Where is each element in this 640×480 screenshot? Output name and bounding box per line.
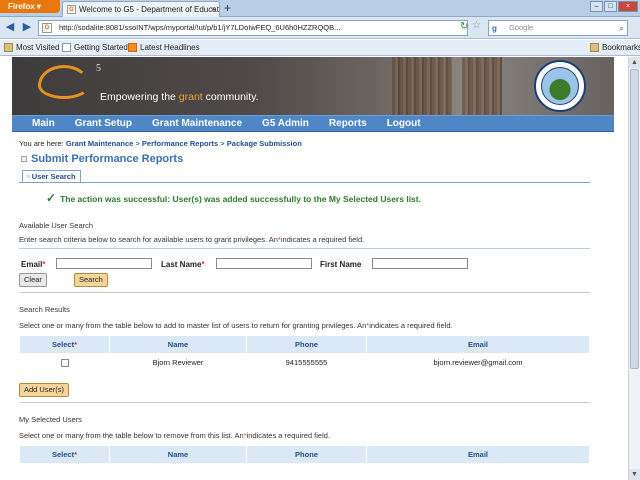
section-divider <box>19 248 590 249</box>
column-header-phone: Phone <box>246 335 367 354</box>
column-header-select: Select* <box>19 445 110 464</box>
main-menu: Main Grant Setup Grant Maintenance G5 Ad… <box>12 115 614 132</box>
phone-cell: 9415555555 <box>285 358 328 368</box>
breadcrumb: You are here: Grant Maintenance > Perfor… <box>19 139 302 148</box>
tab-user-search[interactable]: ▫ User Search <box>22 170 81 182</box>
search-results-table: Select* Name Phone Email Bjorn Reviewer … <box>19 335 590 372</box>
page-scrollbar[interactable]: ▲ ▼ <box>628 57 640 480</box>
g5-logo-number: 5 <box>96 63 101 74</box>
last-name-field[interactable] <box>216 258 312 269</box>
banner-tagline: Empowering the grant community. <box>100 91 259 103</box>
table-header-row: Select* Name Phone Email <box>19 445 590 464</box>
forward-arrow-icon[interactable]: ▶ <box>19 20 35 36</box>
first-name-field[interactable] <box>372 258 468 269</box>
scroll-down-icon[interactable]: ▼ <box>629 469 640 480</box>
column-header-name: Name <box>109 335 247 354</box>
browser-tabbar: Firefox ▾ G Welcome to G5 - Department of… <box>0 0 640 17</box>
search-results-heading: Search Results <box>19 305 70 314</box>
bookmark-most-visited[interactable]: Most Visited <box>4 40 59 55</box>
column-header-name: Name <box>109 445 247 464</box>
g5-banner: 5 Empowering the grant community. <box>12 57 614 115</box>
email-label: Email* <box>21 260 46 269</box>
success-message: ✓ The action was successful: User(s) was … <box>46 191 421 205</box>
menu-item-logout[interactable]: Logout <box>377 116 431 131</box>
page-content: 5 Empowering the grant community. Main G… <box>0 57 628 480</box>
window-controls: – □ × <box>590 1 638 12</box>
breadcrumb-performance-reports[interactable]: Performance Reports <box>142 139 218 148</box>
table-header-row: Select* Name Phone Email <box>19 335 590 354</box>
g5-logo-icon <box>38 65 90 99</box>
tab-icon: ▫ <box>27 172 30 181</box>
reload-icon[interactable]: ↻ <box>460 21 468 32</box>
checkmark-icon: ✓ <box>46 191 57 205</box>
banner-bookshelf <box>462 57 502 115</box>
back-arrow-icon[interactable]: ◀ <box>2 20 18 36</box>
add-users-button[interactable]: Add User(s) <box>19 383 70 397</box>
search-button[interactable]: Search <box>74 273 108 287</box>
breadcrumb-grant-maintenance[interactable]: Grant Maintenance <box>66 139 134 148</box>
select-cell <box>20 354 110 372</box>
menu-item-g5-admin[interactable]: G5 Admin <box>252 116 319 131</box>
folder-icon <box>4 43 13 53</box>
tab-close-icon[interactable]: × <box>211 2 216 17</box>
bookmarks-toolbar: Most Visited Getting Started Latest Head… <box>0 40 640 56</box>
bookmark-getting-started[interactable]: Getting Started <box>62 40 128 55</box>
selected-instructions: Select one or many from the table below … <box>19 431 330 440</box>
web-search-input[interactable]: g Google ⌕ <box>488 20 628 36</box>
search-icon[interactable]: ⌕ <box>619 21 624 35</box>
page-icon <box>62 43 71 53</box>
folder-icon <box>590 43 599 53</box>
scrollbar-thumb[interactable] <box>630 69 639 369</box>
clear-button[interactable]: Clear <box>19 273 47 287</box>
selected-users-table: Select* Name Phone Email <box>19 445 590 464</box>
email-cell: bjorn.reviewer@gmail.com <box>433 358 523 368</box>
close-window-icon[interactable]: × <box>618 1 638 12</box>
table-row: Bjorn Reviewer 9415555555 bjorn.reviewer… <box>20 354 590 372</box>
new-tab-button[interactable]: + <box>224 1 231 15</box>
site-favicon-icon: G <box>67 5 76 15</box>
name-cell: Bjorn Reviewer <box>152 358 204 368</box>
bookmarks-menu[interactable]: Bookmarks <box>590 40 640 55</box>
column-header-phone: Phone <box>246 445 367 464</box>
google-icon: g <box>492 24 497 33</box>
maximize-icon[interactable]: □ <box>604 1 617 12</box>
menu-item-grant-maintenance[interactable]: Grant Maintenance <box>142 116 252 131</box>
site-favicon-icon: G <box>42 23 52 33</box>
address-bar[interactable]: G http://sodalite:8081/ssoINT/wps/myport… <box>38 20 468 36</box>
firefox-menu-button[interactable]: Firefox ▾ <box>0 0 60 13</box>
first-name-label: First Name <box>320 260 362 269</box>
results-instructions: Select one or many from the table below … <box>19 321 453 330</box>
column-header-email: Email <box>366 445 590 464</box>
bookmark-latest-headlines[interactable]: Latest Headlines <box>128 40 200 55</box>
column-header-email: Email <box>366 335 590 354</box>
section-divider <box>19 292 590 293</box>
row-select-checkbox[interactable] <box>60 359 69 368</box>
menu-item-main[interactable]: Main <box>12 116 65 131</box>
column-header-select: Select* <box>19 335 110 354</box>
browser-navbar: ◀ ▶ G http://sodalite:8081/ssoINT/wps/my… <box>0 17 640 39</box>
rss-icon <box>128 43 137 53</box>
banner-bookshelf <box>392 57 452 115</box>
email-field[interactable] <box>56 258 152 269</box>
browser-tab[interactable]: G Welcome to G5 - Department of Educati..… <box>62 1 220 17</box>
available-instructions: Enter search criteria below to search fo… <box>19 235 365 244</box>
menu-item-grant-setup[interactable]: Grant Setup <box>65 116 142 131</box>
page-title: Submit Performance Reports <box>21 153 183 165</box>
breadcrumb-package-submission[interactable]: Package Submission <box>227 139 302 148</box>
tab-underline <box>19 182 590 183</box>
collapse-icon[interactable] <box>21 156 27 163</box>
scroll-up-icon[interactable]: ▲ <box>629 57 640 68</box>
selected-users-heading: My Selected Users <box>19 415 82 424</box>
available-search-heading: Available User Search <box>19 221 94 230</box>
section-divider <box>19 402 590 403</box>
seal-tree <box>541 67 579 105</box>
url-text: http://sodalite:8081/ssoINT/wps/myportal… <box>59 23 341 32</box>
menu-item-reports[interactable]: Reports <box>319 116 377 131</box>
last-name-label: Last Name* <box>161 260 205 269</box>
bookmark-star-icon[interactable]: ☆ <box>472 20 481 31</box>
minimize-icon[interactable]: – <box>590 1 603 12</box>
department-seal-icon <box>534 60 586 112</box>
